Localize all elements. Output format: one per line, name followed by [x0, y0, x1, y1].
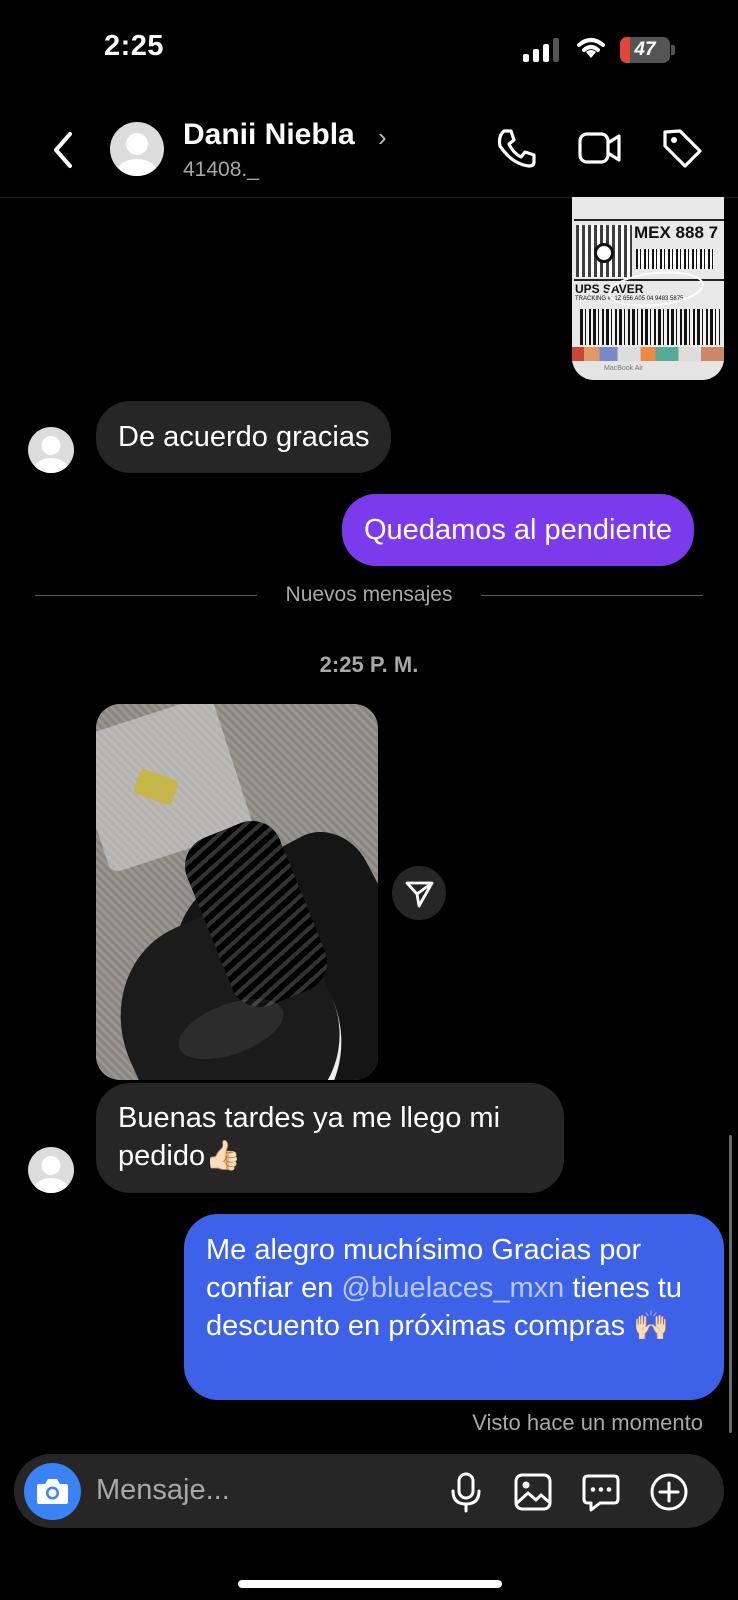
gallery-icon[interactable]	[512, 1471, 554, 1513]
share-photo-button[interactable]	[392, 866, 446, 920]
camera-icon	[37, 1479, 68, 1504]
sender-avatar[interactable]	[28, 427, 74, 473]
mention-link[interactable]: @bluelaces_mxn	[341, 1272, 564, 1304]
incoming-message[interactable]: De acuerdo gracias	[96, 401, 392, 473]
contact-avatar[interactable]	[110, 122, 164, 176]
label-photo-laptop-text: MacBook Air	[604, 365, 644, 372]
microphone-icon[interactable]	[446, 1471, 486, 1513]
divider-line	[481, 595, 703, 596]
cellular-signal-icon	[523, 38, 561, 62]
wifi-icon	[577, 38, 605, 58]
label-small-barcode	[636, 249, 714, 269]
camera-button[interactable]	[24, 1463, 81, 1520]
chevron-left-icon[interactable]	[48, 128, 78, 172]
seen-status: Visto hace un momento	[472, 1410, 703, 1435]
contact-name[interactable]: Danii Niebla	[183, 118, 355, 152]
shoes-photo[interactable]	[96, 704, 378, 1080]
send-icon	[405, 881, 434, 908]
label-rule	[574, 219, 724, 221]
contact-username[interactable]: 41408._	[183, 158, 259, 182]
message-timestamp: 2:25 P. M.	[319, 652, 419, 677]
sticker-icon[interactable]	[580, 1471, 622, 1513]
outgoing-message[interactable]: Me alegro muchísimo Gracias por confiar …	[184, 1214, 724, 1400]
video-call-icon[interactable]	[577, 126, 623, 170]
phone-icon[interactable]	[494, 126, 538, 170]
status-time: 2:25	[104, 30, 165, 62]
label-target-symbol	[594, 243, 614, 263]
label-main-barcode	[580, 309, 720, 345]
sender-avatar[interactable]	[28, 1147, 74, 1193]
home-indicator[interactable]	[238, 1580, 502, 1588]
plus-icon[interactable]	[648, 1471, 690, 1513]
outgoing-message[interactable]: Quedamos al pendiente	[342, 494, 694, 566]
new-messages-divider: Nuevos mensajes	[285, 583, 453, 606]
battery-percent: 47	[634, 39, 656, 60]
message-input[interactable]	[96, 1470, 426, 1510]
chevron-right-icon[interactable]: ›	[378, 122, 387, 153]
scrollbar[interactable]	[729, 1135, 732, 1433]
label-photo-laptop	[572, 361, 724, 380]
battery-nub	[671, 45, 675, 55]
divider-line	[35, 595, 257, 596]
incoming-message[interactable]: Buenas tardes ya me llego mi pedido👍🏻	[96, 1083, 564, 1193]
battery-icon: 47	[620, 37, 670, 63]
shipping-label-image[interactable]: MEX 888 7 UPS SAVER TRACKING #: 1Z 656 A…	[572, 197, 724, 380]
label-mex-code: MEX 888 7	[634, 223, 719, 242]
label-photo-dock	[572, 347, 724, 361]
tag-icon[interactable]	[660, 126, 704, 170]
